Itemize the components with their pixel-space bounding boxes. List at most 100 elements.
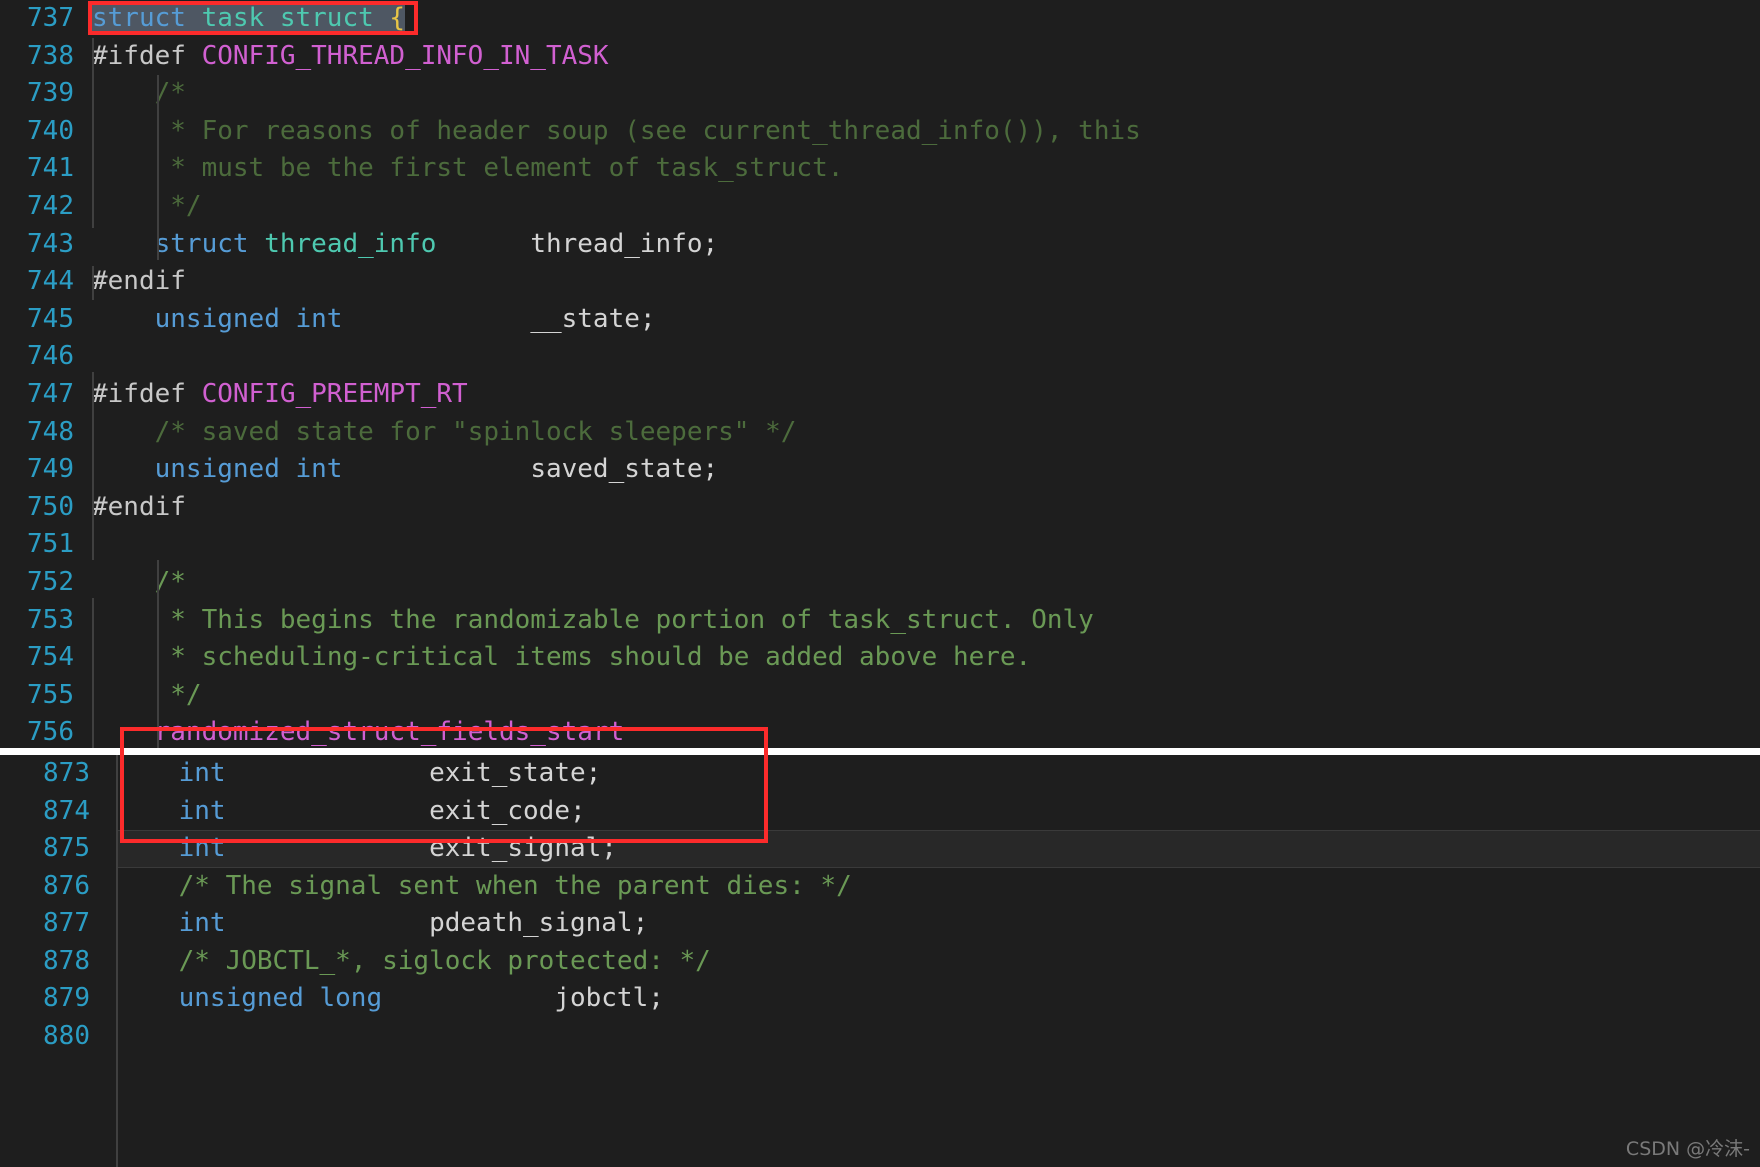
code-token: #endif [92, 266, 186, 296]
line-number: 739 [0, 75, 74, 113]
indent-guide [92, 598, 94, 748]
code-token: exit_signal; [429, 833, 617, 863]
code-token: jobctl; [554, 983, 664, 1013]
code-line[interactable]: 752 /* [0, 564, 1760, 602]
code-text[interactable]: #ifdef CONFIG_PREEMPT_RT [92, 376, 1760, 414]
code-text[interactable]: /* JOBCTL_*, siglock protected: */ [116, 943, 1760, 981]
line-number: 752 [0, 564, 74, 602]
indent-guide [157, 560, 159, 748]
code-line[interactable]: 749 unsigned int saved_state; [0, 451, 1760, 489]
code-line[interactable]: 744#endif [0, 263, 1760, 301]
code-line[interactable]: 878 /* JOBCTL_*, siglock protected: */ [0, 943, 1760, 981]
code-token: struct [92, 3, 186, 33]
line-number: 747 [0, 376, 74, 414]
code-text[interactable]: /* [92, 75, 1760, 113]
code-line[interactable]: 742 */ [0, 188, 1760, 226]
code-text[interactable]: #ifdef CONFIG_THREAD_INFO_IN_TASK [92, 38, 1760, 76]
code-line[interactable]: 751 [0, 526, 1760, 564]
code-line[interactable]: 745 unsigned int __state; [0, 301, 1760, 339]
code-text[interactable]: */ [92, 677, 1760, 715]
line-number: 756 [0, 714, 74, 748]
code-token [116, 908, 179, 938]
editor-pane-top[interactable]: 737struct task_struct {738#ifdef CONFIG_… [0, 0, 1760, 748]
code-line[interactable]: 739 /* [0, 75, 1760, 113]
code-token: int [179, 796, 226, 826]
line-number: 749 [0, 451, 74, 489]
code-text[interactable]: struct thread_info thread_info; [92, 226, 1760, 264]
code-text[interactable]: * For reasons of header soup (see curren… [92, 113, 1760, 151]
code-line[interactable]: 754 * scheduling-critical items should b… [0, 639, 1760, 677]
indent-guide [92, 372, 94, 560]
code-line[interactable]: 756 randomized_struct_fields_start [0, 714, 1760, 748]
code-text[interactable]: struct task_struct { [92, 0, 1760, 38]
code-line[interactable]: 750#endif [0, 489, 1760, 527]
code-token: randomized_struct_fields_start [155, 717, 625, 747]
code-token [92, 454, 155, 484]
code-line[interactable]: 748 /* saved state for "spinlock sleeper… [0, 414, 1760, 452]
code-text[interactable]: unsigned long jobctl; [116, 980, 1760, 1018]
code-line[interactable]: 747 #ifdef CONFIG_PREEMPT_RT [0, 376, 1760, 414]
code-text[interactable]: * This begins the randomizable portion o… [92, 602, 1760, 640]
code-line[interactable]: 880 [0, 1018, 1760, 1056]
code-line[interactable]: 753 * This begins the randomizable porti… [0, 602, 1760, 640]
code-line[interactable]: 874 int exit_code; [0, 793, 1760, 831]
code-line[interactable]: 877 int pdeath_signal; [0, 905, 1760, 943]
code-token: /* JOBCTL_*, siglock protected: */ [179, 946, 711, 976]
code-line[interactable]: 737struct task_struct { [0, 0, 1760, 38]
code-line[interactable]: 875 int exit_signal; [0, 830, 1760, 868]
csdn-watermark: CSDN @冷沫- [1626, 1134, 1750, 1161]
code-text[interactable]: randomized_struct_fields_start [92, 714, 1760, 748]
code-token [92, 717, 155, 747]
line-number: 740 [0, 113, 74, 151]
line-number: 742 [0, 188, 74, 226]
code-token: */ [170, 680, 201, 710]
code-text[interactable]: int exit_signal; [116, 830, 1760, 868]
code-text[interactable]: * must be the first element of task_stru… [92, 150, 1760, 188]
line-number: 745 [0, 301, 74, 339]
code-line[interactable]: 740 * For reasons of header soup (see cu… [0, 113, 1760, 151]
screenshot-root: 737struct task_struct {738#ifdef CONFIG_… [0, 0, 1760, 1167]
code-token: /* [155, 78, 186, 108]
code-token: #ifdef [92, 41, 186, 71]
code-line[interactable]: 755 */ [0, 677, 1760, 715]
code-line[interactable]: 738#ifdef CONFIG_THREAD_INFO_IN_TASK [0, 38, 1760, 76]
code-token [92, 680, 170, 710]
code-token: thread_info; [530, 229, 718, 259]
code-text[interactable]: */ [92, 188, 1760, 226]
code-line[interactable]: 876 /* The signal sent when the parent d… [0, 868, 1760, 906]
code-token: CONFIG_PREEMPT_RT [202, 379, 468, 409]
code-token [226, 796, 430, 826]
code-text[interactable]: int exit_code; [116, 793, 1760, 831]
code-text[interactable]: unsigned int saved_state; [92, 451, 1760, 489]
line-number: 755 [0, 677, 74, 715]
code-text[interactable]: #endif [92, 263, 1760, 301]
code-token [92, 605, 170, 635]
code-text[interactable]: #endif [92, 489, 1760, 527]
code-text[interactable]: /* The signal sent when the parent dies:… [116, 868, 1760, 906]
line-number: 748 [0, 414, 74, 452]
code-line[interactable]: 873 int exit_state; [0, 755, 1760, 793]
editor-pane-bottom[interactable]: 873 int exit_state;874 int exit_code;875… [0, 755, 1760, 1167]
indent-guide [92, 266, 94, 300]
code-line[interactable]: 741 * must be the first element of task_… [0, 150, 1760, 188]
code-text[interactable]: int pdeath_signal; [116, 905, 1760, 943]
line-number: 743 [0, 226, 74, 264]
code-text[interactable]: unsigned int __state; [92, 301, 1760, 339]
line-number: 754 [0, 639, 74, 677]
code-token [382, 983, 554, 1013]
code-token [92, 417, 155, 447]
code-line[interactable]: 743 struct thread_info thread_info; [0, 226, 1760, 264]
code-token: unsigned int [155, 304, 343, 334]
code-token: thread_info [264, 229, 436, 259]
code-token [226, 833, 430, 863]
code-token: * scheduling-critical items should be ad… [170, 642, 1031, 672]
code-line[interactable]: 879 unsigned long jobctl; [0, 980, 1760, 1018]
code-text[interactable]: /* [92, 564, 1760, 602]
code-text[interactable]: * scheduling-critical items should be ad… [92, 639, 1760, 677]
code-text[interactable]: int exit_state; [116, 755, 1760, 793]
code-line[interactable]: 746 [0, 338, 1760, 376]
code-token [116, 983, 179, 1013]
code-token [116, 796, 179, 826]
line-number: 876 [0, 868, 90, 906]
code-text[interactable]: /* saved state for "spinlock sleepers" *… [92, 414, 1760, 452]
